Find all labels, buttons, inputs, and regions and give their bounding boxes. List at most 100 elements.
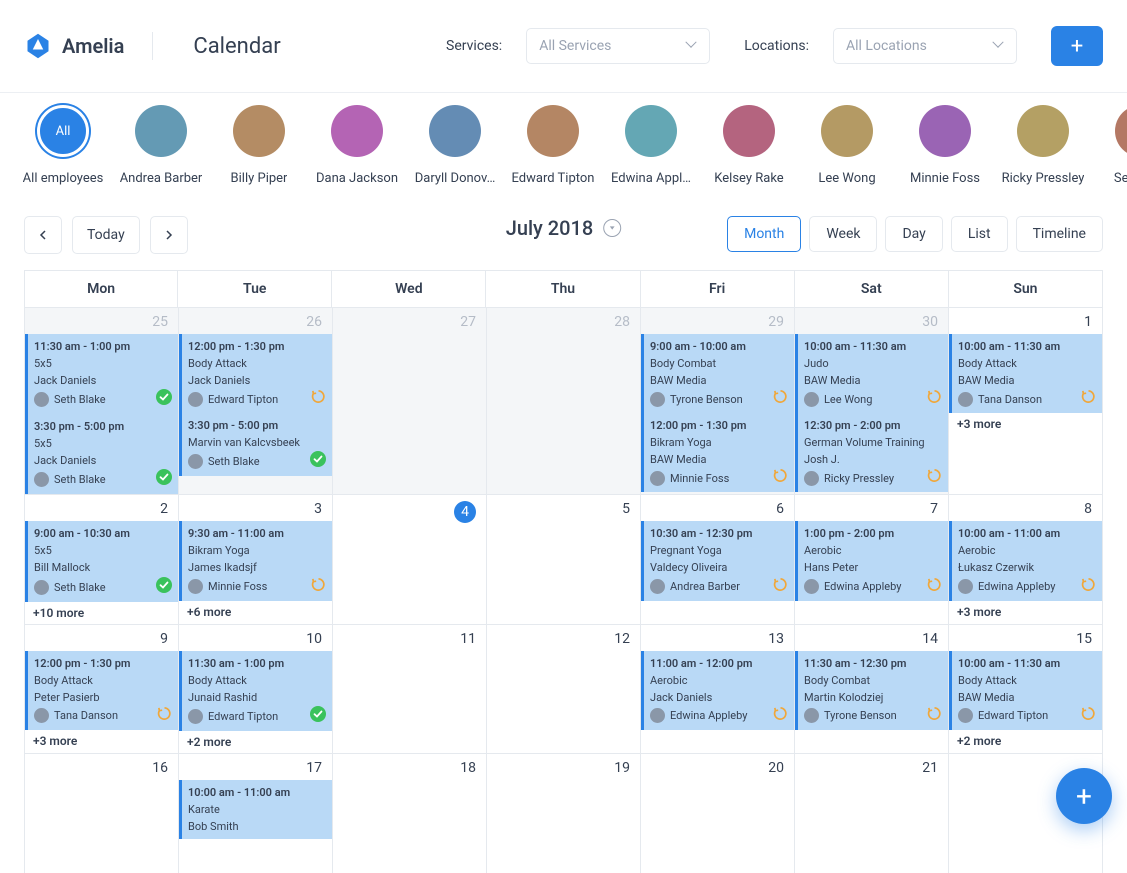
view-week-button[interactable]: Week	[809, 216, 877, 252]
employee-name: Billy Piper	[231, 171, 288, 186]
appointment-event[interactable]: 10:00 am - 11:00 amKarateBob Smith	[179, 780, 332, 839]
employee-filter-item[interactable]: Lee Wong	[808, 105, 886, 186]
prev-month-button[interactable]	[24, 216, 62, 254]
calendar-cell[interactable]: 28	[487, 307, 641, 494]
appointment-event[interactable]: 3:30 pm - 5:00 pm5x5Jack DanielsSeth Bla…	[25, 414, 178, 494]
event-customer: Junaid Rashid	[188, 689, 326, 706]
calendar-cell[interactable]: 27	[333, 307, 487, 494]
employee-filter-item[interactable]: Billy Piper	[220, 105, 298, 186]
today-button[interactable]: Today	[72, 216, 140, 254]
appointment-event[interactable]: 11:30 am - 12:30 pmBody CombatMartin Kol…	[795, 651, 948, 730]
employee-filter-item[interactable]: Daryll Donov…	[416, 105, 494, 186]
more-events-link[interactable]: +3 more	[25, 730, 178, 752]
next-month-button[interactable]	[150, 216, 188, 254]
calendar-cell[interactable]: 2511:30 am - 1:00 pm5x5Jack DanielsSeth …	[25, 307, 179, 494]
appointment-event[interactable]: 10:00 am - 11:30 amBody AttackBAW MediaE…	[949, 651, 1102, 730]
calendar-cell[interactable]: 18	[333, 753, 487, 873]
calendar-cell[interactable]: 21	[795, 753, 949, 873]
services-filter-select[interactable]: All Services	[526, 28, 710, 64]
calendar-cell[interactable]: 1011:30 am - 1:00 pmBody AttackJunaid Ra…	[179, 624, 333, 753]
employee-filter-item[interactable]: Edwina Appl…	[612, 105, 690, 186]
calendar-cell[interactable]: 1510:00 am - 11:30 amBody AttackBAW Medi…	[949, 624, 1103, 753]
calendar-cell[interactable]: 29:00 am - 10:30 am5x5Bill MallockSeth B…	[25, 494, 179, 623]
calendar-cell[interactable]: 5	[487, 494, 641, 623]
event-service: 5x5	[34, 542, 172, 559]
calendar-cell[interactable]: 3010:00 am - 11:30 amJudoBAW MediaLee Wo…	[795, 307, 949, 494]
appointment-event[interactable]: 12:30 pm - 2:00 pmGerman Volume Training…	[795, 413, 948, 492]
appointment-event[interactable]: 11:00 am - 12:00 pmAerobicJack DanielsEd…	[641, 651, 794, 730]
calendar-cell[interactable]: 71:00 pm - 2:00 pmAerobicHans PeterEdwin…	[795, 494, 949, 623]
appointment-event[interactable]: 10:00 am - 11:30 amJudoBAW MediaLee Wong	[795, 334, 948, 413]
more-events-link[interactable]: +2 more	[949, 730, 1102, 752]
calendar-cell[interactable]: 2612:00 pm - 1:30 pmBody AttackJack Dani…	[179, 307, 333, 494]
calendar-cell[interactable]: 1710:00 am - 11:00 amKarateBob Smith	[179, 753, 333, 873]
more-events-link[interactable]: +3 more	[949, 413, 1102, 435]
appointment-event[interactable]: 12:00 pm - 1:30 pmBody AttackPeter Pasie…	[25, 651, 178, 730]
calendar-cell[interactable]: 299:00 am - 10:00 amBody CombatBAW Media…	[641, 307, 795, 494]
employee-filter-item[interactable]: AllAll employees	[24, 105, 102, 186]
calendar-cell[interactable]: 1411:30 am - 12:30 pmBody CombatMartin K…	[795, 624, 949, 753]
appointment-event[interactable]: 11:30 am - 1:00 pmBody AttackJunaid Rash…	[179, 651, 332, 731]
appointment-event[interactable]: 3:30 pm - 5:00 pmMarvin van KalcvsbeekSe…	[179, 413, 332, 476]
calendar-cell[interactable]: 16	[25, 753, 179, 873]
calendar-cell[interactable]: 19	[487, 753, 641, 873]
calendar-cell[interactable]: 810:00 am - 11:00 amAerobicŁukasz Czerwi…	[949, 494, 1103, 623]
calendar-cell[interactable]: 912:00 pm - 1:30 pmBody AttackPeter Pasi…	[25, 624, 179, 753]
appointment-event[interactable]: 9:00 am - 10:00 amBody CombatBAW MediaTy…	[641, 334, 794, 413]
event-customer: James Ikadsjf	[188, 559, 326, 576]
appointment-event[interactable]: 9:30 am - 11:00 amBikram YogaJames Ikads…	[179, 521, 332, 600]
calendar-cell[interactable]: 12	[487, 624, 641, 753]
calendar-cell[interactable]: 1311:00 am - 12:00 pmAerobicJack Daniels…	[641, 624, 795, 753]
employee-filter-item[interactable]: Dana Jackson	[318, 105, 396, 186]
more-events-link[interactable]: +6 more	[179, 601, 332, 623]
appointment-event[interactable]: 1:00 pm - 2:00 pmAerobicHans PeterEdwina…	[795, 521, 948, 600]
appointment-event[interactable]: 11:30 am - 1:00 pm5x5Jack DanielsSeth Bl…	[25, 334, 178, 414]
calendar-cell[interactable]: 39:30 am - 11:00 amBikram YogaJames Ikad…	[179, 494, 333, 623]
locations-filter-value: All Locations	[846, 38, 927, 54]
logo[interactable]: Amelia	[24, 32, 153, 60]
view-switcher: MonthWeekDayListTimeline	[727, 216, 1103, 254]
floating-add-button[interactable]: +	[1056, 768, 1112, 824]
view-day-button[interactable]: Day	[885, 216, 942, 252]
view-list-button[interactable]: List	[951, 216, 1008, 252]
employee-filter-item[interactable]: Seth Blak	[1102, 105, 1127, 186]
current-month-label[interactable]: July 2018	[506, 216, 622, 240]
calendar-cell[interactable]: 110:00 am - 11:30 amBody AttackBAW Media…	[949, 307, 1103, 494]
calendar-cell[interactable]: 11	[333, 624, 487, 753]
calendar-cell[interactable]: 20	[641, 753, 795, 873]
event-time: 12:00 pm - 1:30 pm	[188, 338, 326, 355]
weekday-header: Sun	[949, 271, 1103, 307]
add-button[interactable]: +	[1051, 26, 1103, 66]
more-events-link[interactable]: +10 more	[25, 602, 178, 624]
cell-events: 9:30 am - 11:00 amBikram YogaJames Ikads…	[179, 521, 332, 600]
view-timeline-button[interactable]: Timeline	[1016, 216, 1103, 252]
employee-filter-item[interactable]: Edward Tipton	[514, 105, 592, 186]
view-month-button[interactable]: Month	[727, 216, 801, 252]
employee-filter-item[interactable]: Ricky Pressley	[1004, 105, 1082, 186]
event-employee: Tyrone Benson	[824, 707, 922, 724]
appointment-event[interactable]: 12:00 pm - 1:30 pmBody AttackJack Daniel…	[179, 334, 332, 413]
employee-filter-item[interactable]: Kelsey Rake	[710, 105, 788, 186]
cell-date: 26	[179, 308, 332, 334]
appointment-event[interactable]: 10:00 am - 11:30 amBody AttackBAW MediaT…	[949, 334, 1102, 413]
more-events-link[interactable]: +3 more	[949, 601, 1102, 623]
appointment-event[interactable]: 10:00 am - 11:00 amAerobicŁukasz Czerwik…	[949, 521, 1102, 600]
calendar-cell[interactable]: 610:30 am - 12:30 pmPregnant YogaValdecy…	[641, 494, 795, 623]
appointment-event[interactable]: 12:00 pm - 1:30 pmBikram YogaBAW MediaMi…	[641, 413, 794, 492]
event-customer: Jack Daniels	[34, 372, 172, 389]
more-events-link[interactable]: +2 more	[179, 731, 332, 753]
locations-filter-select[interactable]: All Locations	[833, 28, 1017, 64]
appointment-event[interactable]: 9:00 am - 10:30 am5x5Bill MallockSeth Bl…	[25, 521, 178, 601]
cell-date: 19	[487, 754, 640, 780]
event-employee: Edward Tipton	[978, 707, 1076, 724]
appointment-event[interactable]: 10:30 am - 12:30 pmPregnant YogaValdecy …	[641, 521, 794, 600]
employee-filter-item[interactable]: Minnie Foss	[906, 105, 984, 186]
employee-name: Seth Blak	[1114, 171, 1127, 186]
status-recurring-icon	[773, 706, 788, 721]
employee-filter-item[interactable]: Andrea Barber	[122, 105, 200, 186]
cell-date: 8	[949, 495, 1102, 521]
amelia-logo-icon	[24, 32, 52, 60]
avatar	[527, 105, 579, 157]
calendar-cell[interactable]: 4	[333, 494, 487, 623]
event-time: 1:00 pm - 2:00 pm	[804, 525, 942, 542]
